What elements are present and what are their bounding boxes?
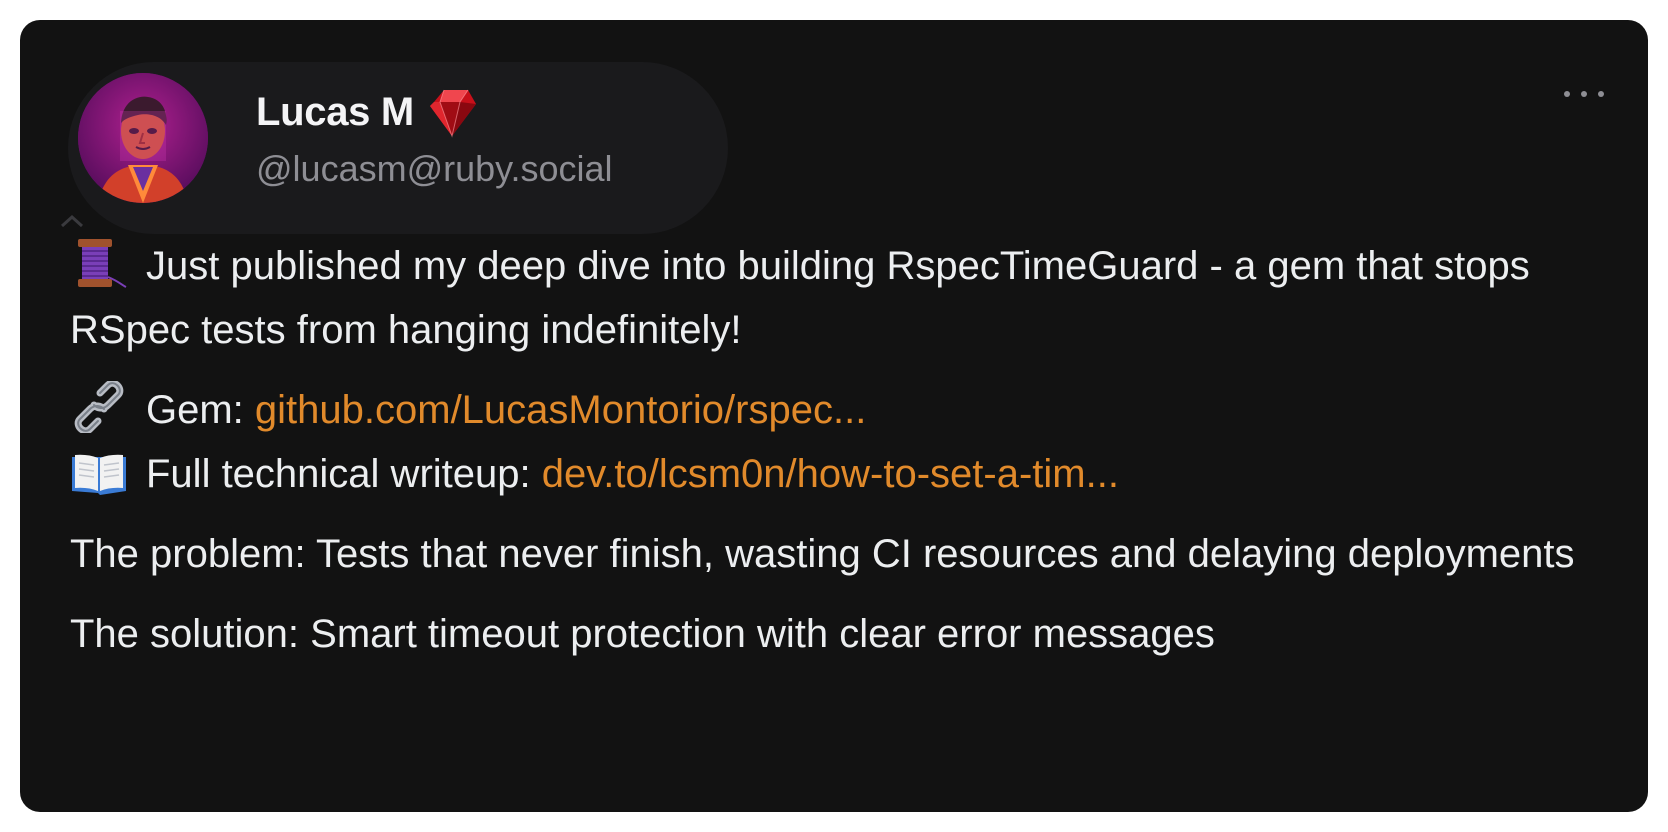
spool-of-thread-icon bbox=[70, 237, 128, 289]
menu-dot bbox=[1564, 91, 1570, 97]
menu-dot bbox=[1598, 91, 1604, 97]
links-paragraph: Gem: github.com/LucasMontorio/rspec... F… bbox=[70, 378, 1610, 506]
gem-label: Gem: bbox=[146, 388, 255, 432]
collapse-caret-icon[interactable] bbox=[58, 208, 86, 236]
intro-paragraph: Just published my deep dive into buildin… bbox=[70, 234, 1610, 362]
writeup-link[interactable]: dev.to/lcsm0n/how-to-set-a-tim... bbox=[542, 452, 1119, 496]
display-name-text: Lucas M bbox=[256, 89, 414, 134]
intro-text: Just published my deep dive into buildin… bbox=[70, 244, 1530, 352]
writeup-label: Full technical writeup: bbox=[146, 452, 542, 496]
open-book-icon bbox=[70, 445, 128, 497]
post-card: Lucas M @lucasm@ruby.social Just publish… bbox=[20, 20, 1648, 812]
account-handle[interactable]: @lucasm@ruby.social bbox=[256, 148, 613, 190]
avatar[interactable] bbox=[78, 73, 208, 203]
solution-paragraph: The solution: Smart timeout protection w… bbox=[70, 612, 1215, 656]
link-icon bbox=[70, 379, 128, 435]
menu-dot bbox=[1581, 91, 1587, 97]
problem-paragraph: The problem: Tests that never finish, wa… bbox=[70, 532, 1575, 576]
ruby-gem-icon bbox=[424, 84, 480, 140]
gem-link[interactable]: github.com/LucasMontorio/rspec... bbox=[255, 388, 866, 432]
post-content: Just published my deep dive into buildin… bbox=[70, 234, 1610, 682]
display-name[interactable]: Lucas M bbox=[256, 84, 480, 140]
more-options-button[interactable] bbox=[1560, 78, 1608, 110]
